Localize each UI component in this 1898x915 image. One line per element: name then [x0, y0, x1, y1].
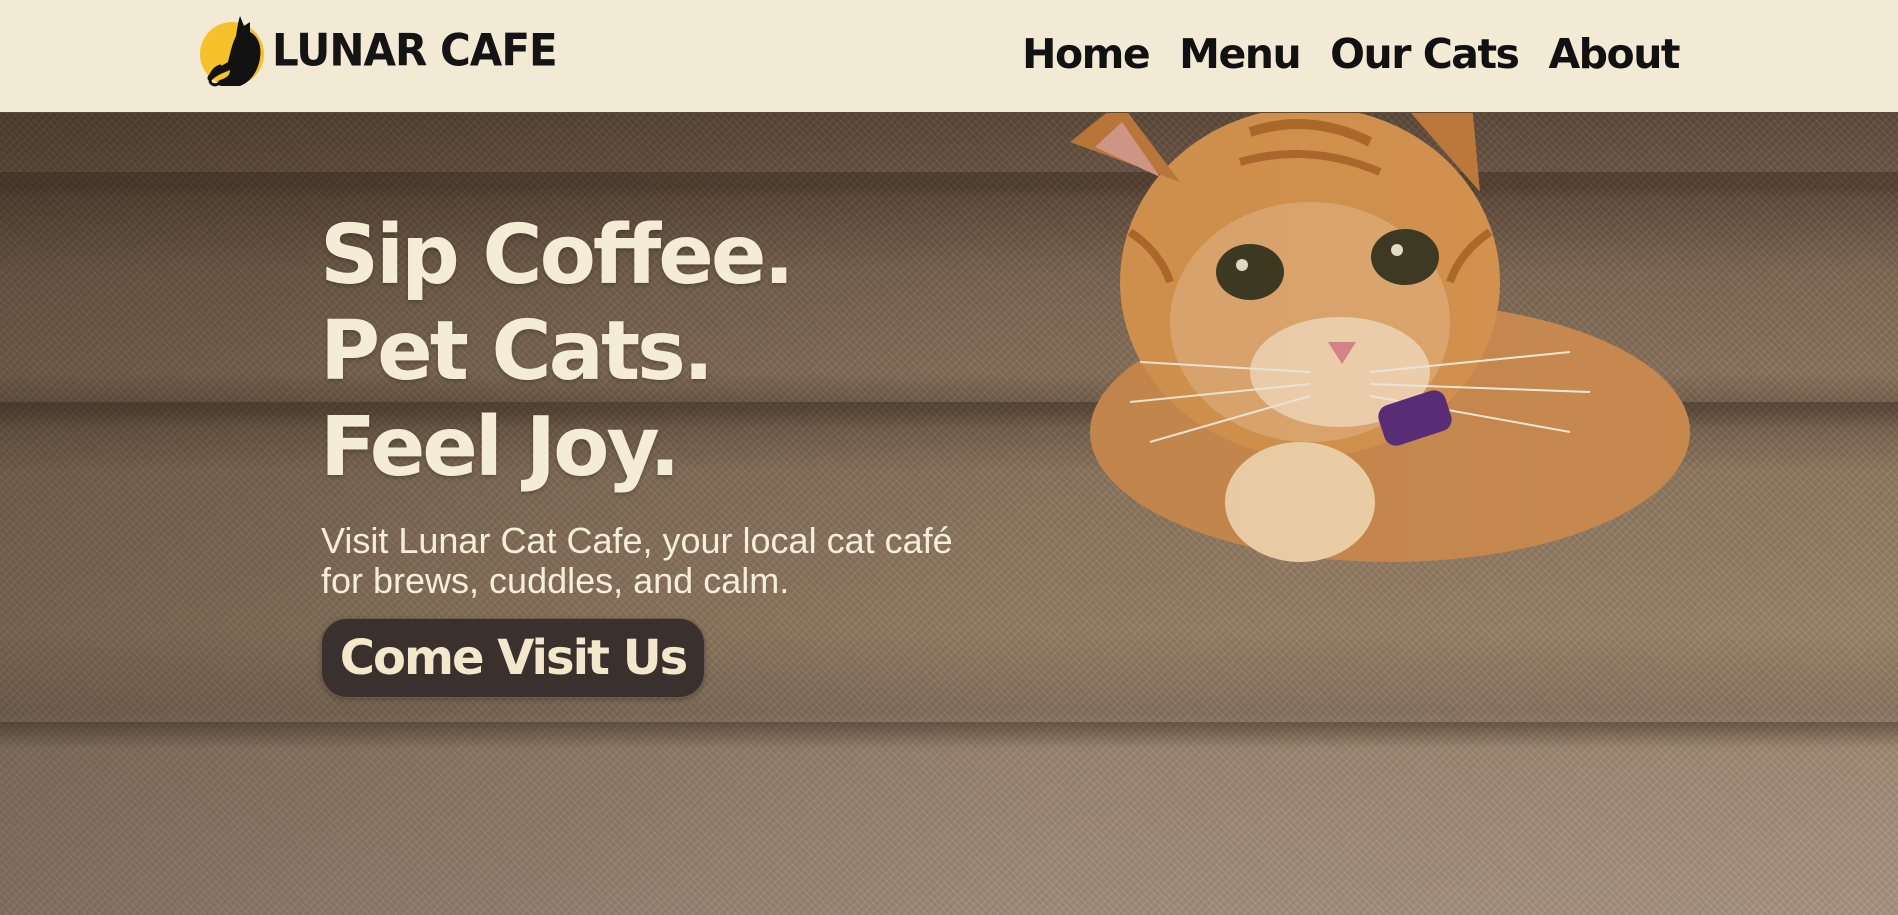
- nav-link-our-cats[interactable]: Our Cats: [1330, 30, 1520, 78]
- nav-link-about[interactable]: About: [1548, 30, 1680, 78]
- moon-cat-logo-icon: [200, 16, 264, 87]
- hero-background-image: [0, 112, 1898, 915]
- landing-page: LUNAR CAFE Home Menu Our Cats About Sip …: [0, 0, 1898, 915]
- hero-subtext: Visit Lunar Cat Cafe, your local cat caf…: [321, 520, 953, 601]
- nav-link-home[interactable]: Home: [1022, 30, 1151, 78]
- site-header: LUNAR CAFE Home Menu Our Cats About: [0, 0, 1898, 113]
- nav-item-our-cats: Our Cats: [1330, 30, 1520, 78]
- hero-headline-line-2: Pet Cats.: [320, 304, 714, 399]
- hero-headline-line-3: Feel Joy.: [320, 400, 680, 495]
- main-nav: Home Menu Our Cats About: [1022, 22, 1680, 86]
- hero-section: [0, 112, 1898, 915]
- brand-name: LUNAR CAFE: [272, 24, 558, 76]
- hero-headline: Sip Coffee. Pet Cats. Feel Joy.: [320, 208, 795, 496]
- nav-item-home: Home: [1022, 30, 1151, 78]
- brand-home-link[interactable]: LUNAR CAFE: [200, 10, 558, 90]
- hero-shade-overlay: [0, 112, 1898, 915]
- nav-item-menu: Menu: [1179, 30, 1301, 78]
- come-visit-us-button[interactable]: Come Visit Us: [321, 618, 705, 698]
- hero-headline-line-1: Sip Coffee.: [320, 208, 795, 303]
- nav-link-menu[interactable]: Menu: [1179, 30, 1301, 78]
- nav-item-about: About: [1548, 30, 1680, 78]
